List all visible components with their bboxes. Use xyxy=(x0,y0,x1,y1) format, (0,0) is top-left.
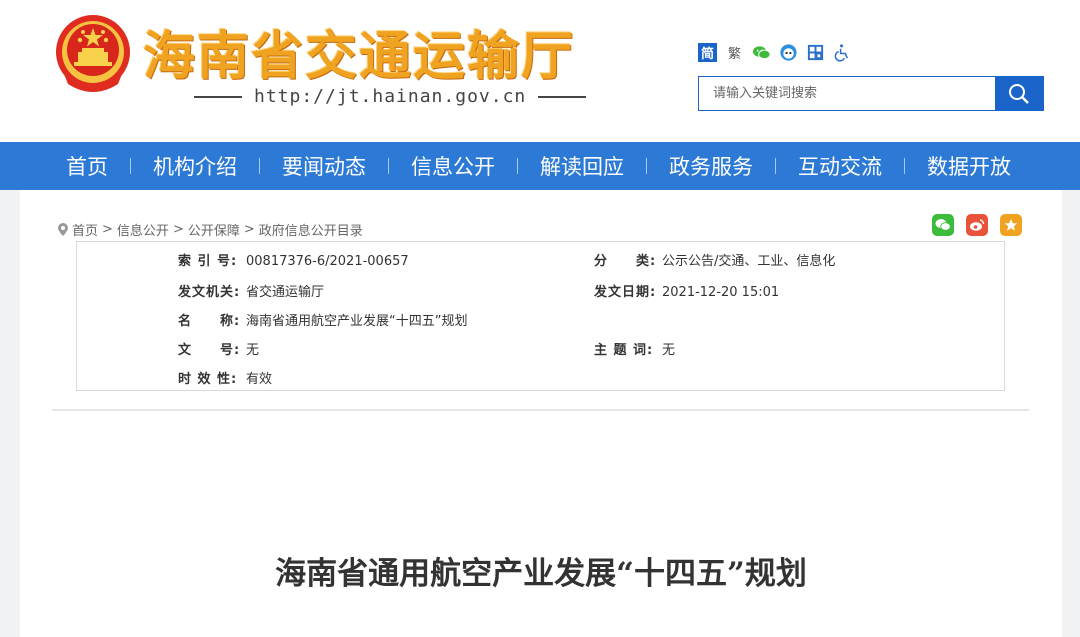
search-box xyxy=(698,76,1044,111)
share-weibo-button[interactable] xyxy=(966,214,988,236)
meta-issuer: 发文机关: 省交通运输厅 xyxy=(178,285,325,300)
content-panel: 首页 > 信息公开 > 公开保障 > 政府信息公开目录 索 引 号: 00817… xyxy=(20,190,1062,637)
star-icon xyxy=(1004,219,1018,231)
main-nav: 首页 机构介绍 要闻动态 信息公开 解读回应 政务服务 互动交流 数据开放 xyxy=(0,142,1080,190)
location-pin-icon xyxy=(58,223,68,236)
breadcrumb-home[interactable]: 首页 xyxy=(72,220,98,239)
nav-item-interpretation[interactable]: 解读回应 xyxy=(518,151,646,181)
nav-item-interaction[interactable]: 互动交流 xyxy=(776,151,904,181)
search-icon xyxy=(1009,83,1029,104)
breadcrumb-separator: > xyxy=(102,222,113,237)
breadcrumb: 首页 > 信息公开 > 公开保障 > 政府信息公开目录 xyxy=(58,220,363,239)
nav-item-open-data[interactable]: 数据开放 xyxy=(905,151,1033,181)
breadcrumb-catalog[interactable]: 政府信息公开目录 xyxy=(259,220,363,239)
meta-docno: 文 号: 无 xyxy=(178,343,260,358)
nav-item-news[interactable]: 要闻动态 xyxy=(260,151,388,181)
nav-item-home[interactable]: 首页 xyxy=(44,151,130,181)
wechat-icon xyxy=(935,219,951,231)
search-button[interactable] xyxy=(995,77,1043,110)
nav-item-disclosure[interactable]: 信息公开 xyxy=(389,151,517,181)
site-header: 海南省交通运输厅 http://jt.hainan.gov.cn 简 繁 xyxy=(0,0,1080,142)
site-url: http://jt.hainan.gov.cn xyxy=(182,86,598,107)
share-buttons xyxy=(932,214,1022,236)
meta-keywords: 主 题 词: 无 xyxy=(594,343,676,358)
accessibility-icon[interactable] xyxy=(833,43,852,62)
meta-index: 索 引 号: 00817376-6/2021-00657 xyxy=(178,254,409,269)
meta-name: 名 称: 海南省通用航空产业发展“十四五”规划 xyxy=(178,314,468,329)
divider xyxy=(52,409,1029,411)
mobile-site-icon[interactable] xyxy=(806,43,825,62)
meta-category: 分 类: 公示公告/交通、工业、信息化 xyxy=(594,254,836,269)
accessibility-tools: 简 繁 xyxy=(698,43,852,62)
breadcrumb-separator: > xyxy=(172,222,184,237)
wechat-icon[interactable] xyxy=(752,43,771,62)
share-wechat-button[interactable] xyxy=(932,214,954,236)
meta-date: 发文日期: 2021-12-20 15:01 xyxy=(594,285,780,300)
search-input[interactable] xyxy=(699,77,997,110)
robot-service-icon[interactable] xyxy=(779,43,798,62)
nav-item-services[interactable]: 政务服务 xyxy=(647,151,775,181)
breadcrumb-disclosure[interactable]: 信息公开 xyxy=(117,220,169,239)
document-title: 海南省通用航空产业发展“十四五”规划 xyxy=(275,556,807,592)
traditional-chinese-button[interactable]: 繁 xyxy=(725,43,744,62)
national-emblem-icon xyxy=(56,15,130,92)
site-title: 海南省交通运输厅 xyxy=(143,27,576,87)
favorite-button[interactable] xyxy=(1000,214,1022,236)
simplified-chinese-button[interactable]: 简 xyxy=(698,43,717,62)
breadcrumb-guarantee[interactable]: 公开保障 xyxy=(188,220,240,239)
document-metadata: 索 引 号: 00817376-6/2021-00657 分 类: 公示公告/交通、… xyxy=(76,241,1005,391)
breadcrumb-separator: > xyxy=(243,222,255,237)
meta-validity: 时 效 性: 有效 xyxy=(178,372,273,387)
nav-item-about[interactable]: 机构介绍 xyxy=(131,151,259,181)
weibo-icon xyxy=(970,219,985,231)
